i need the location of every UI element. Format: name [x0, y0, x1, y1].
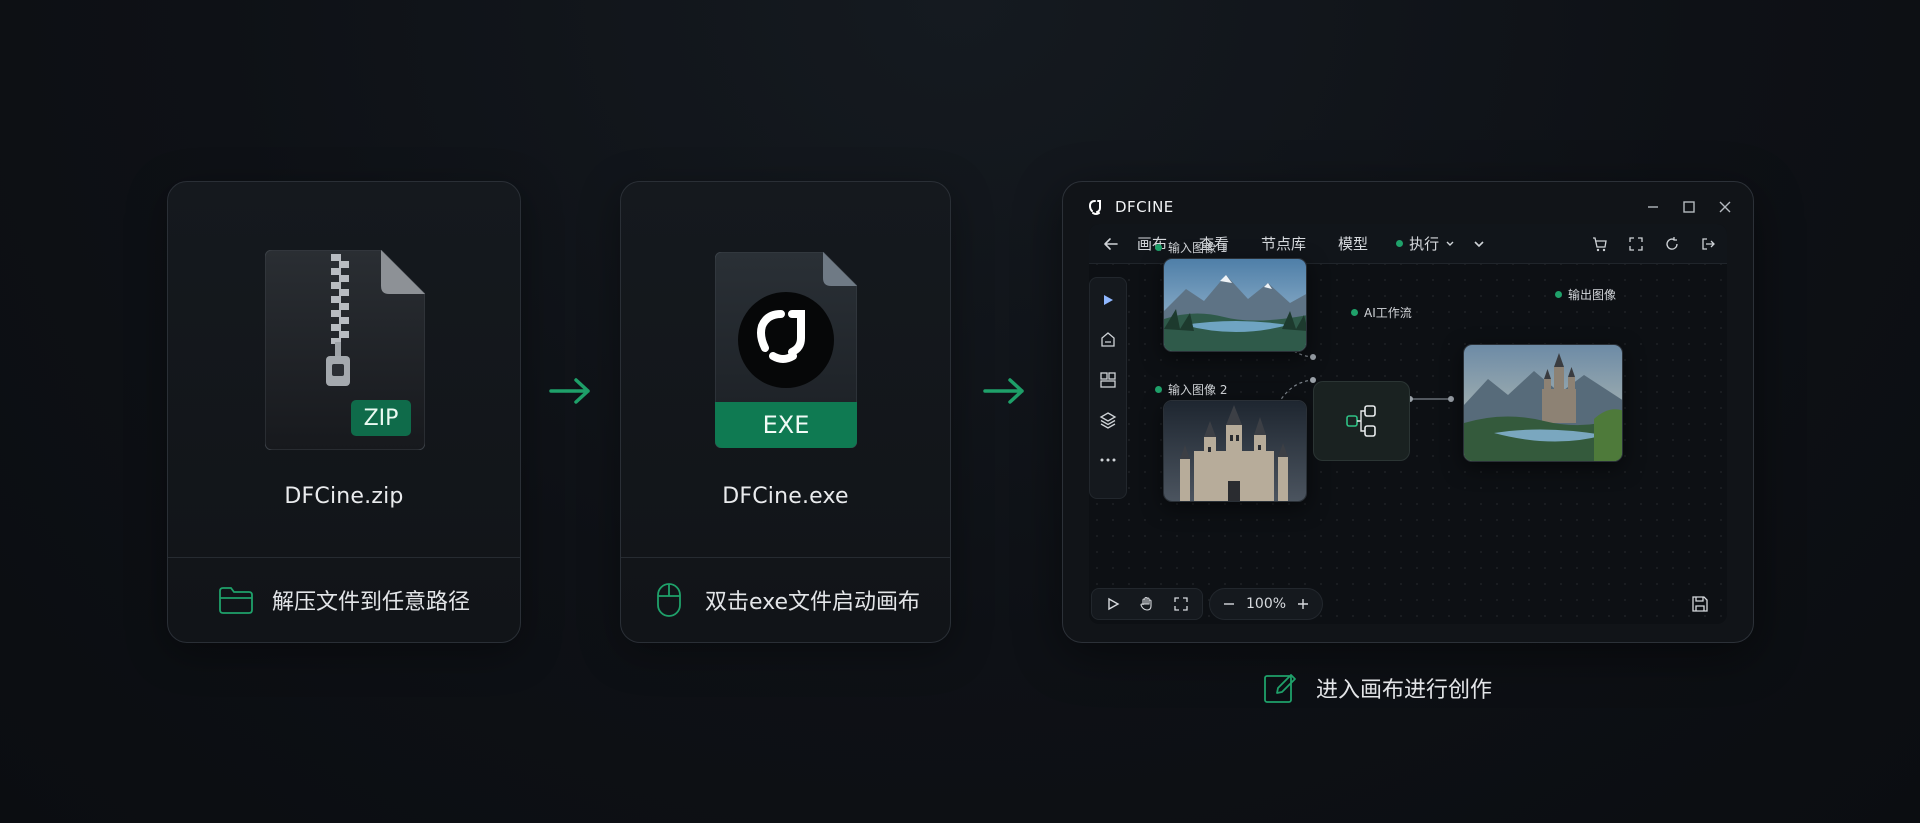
- step-card-unzip: ZIP DFCine.zip 解压文件到任意路径: [167, 181, 521, 643]
- exe-badge-label: EXE: [762, 411, 810, 439]
- launch-instruction-text: 双击exe文件启动画布: [704, 590, 921, 615]
- fit-screen-icon[interactable]: [1166, 591, 1196, 617]
- node-label-output: 输出图像: [1555, 286, 1616, 303]
- node-label-input-1: 输入图像 1: [1155, 239, 1227, 256]
- input-image-1[interactable]: [1163, 258, 1307, 352]
- app-title: DFCINE: [1115, 198, 1174, 216]
- node-label-workflow: AI工作流: [1351, 304, 1412, 321]
- play-icon[interactable]: [1098, 591, 1128, 617]
- unzip-instruction: 解压文件到任意路径: [168, 558, 520, 642]
- hand-icon[interactable]: [1132, 591, 1162, 617]
- step-card-launch: EXE DFCine.exe 双击exe文件启动画布: [620, 181, 951, 643]
- app-window: DFCINE 画布 查看 节点库 模型 执行 输入图像 1 输入图像 2 AI工…: [1062, 181, 1754, 643]
- zoom-in-icon[interactable]: [1294, 591, 1312, 617]
- workflow-icon: [1345, 405, 1376, 437]
- folder-icon: [218, 582, 254, 618]
- mouse-icon: [651, 582, 687, 618]
- zip-file-name: DFCine.zip: [284, 484, 404, 509]
- minimize-icon[interactable]: [1645, 199, 1661, 215]
- zoom-level: 100%: [1246, 596, 1287, 612]
- close-icon[interactable]: [1717, 199, 1733, 215]
- maximize-icon[interactable]: [1681, 199, 1697, 215]
- canvas-bottom-bar: 100%: [1089, 584, 1727, 624]
- zip-file-icon: ZIP: [264, 249, 426, 451]
- arrow-right-icon: [983, 378, 1024, 404]
- app-logo-icon: [1088, 200, 1101, 215]
- zip-badge-label: ZIP: [363, 405, 399, 431]
- zoom-control: 100%: [1209, 588, 1324, 620]
- canvas-area[interactable]: 画布 查看 节点库 模型 执行 输入图像 1 输入图像 2 AI工作流 输出图像…: [1089, 224, 1727, 624]
- arrow-right-icon: [549, 378, 590, 404]
- canvas-tools: [1091, 588, 1203, 620]
- input-image-2[interactable]: [1163, 400, 1307, 502]
- exe-file-icon: EXE: [714, 251, 858, 449]
- output-image[interactable]: [1463, 344, 1623, 462]
- launch-instruction: 双击exe文件启动画布: [621, 558, 950, 642]
- node-label-input-2: 输入图像 2: [1155, 381, 1227, 398]
- canvas-instruction: 进入画布进行创作: [1262, 668, 1492, 708]
- edit-icon: [1262, 670, 1298, 706]
- canvas-instruction-text: 进入画布进行创作: [1316, 678, 1493, 703]
- unzip-instruction-text: 解压文件到任意路径: [271, 590, 470, 615]
- title-bar: DFCINE: [1087, 192, 1733, 222]
- ai-workflow-node[interactable]: [1313, 381, 1410, 461]
- exe-file-name: DFCine.exe: [722, 484, 849, 509]
- save-icon[interactable]: [1685, 591, 1715, 617]
- zoom-out-icon[interactable]: [1220, 591, 1238, 617]
